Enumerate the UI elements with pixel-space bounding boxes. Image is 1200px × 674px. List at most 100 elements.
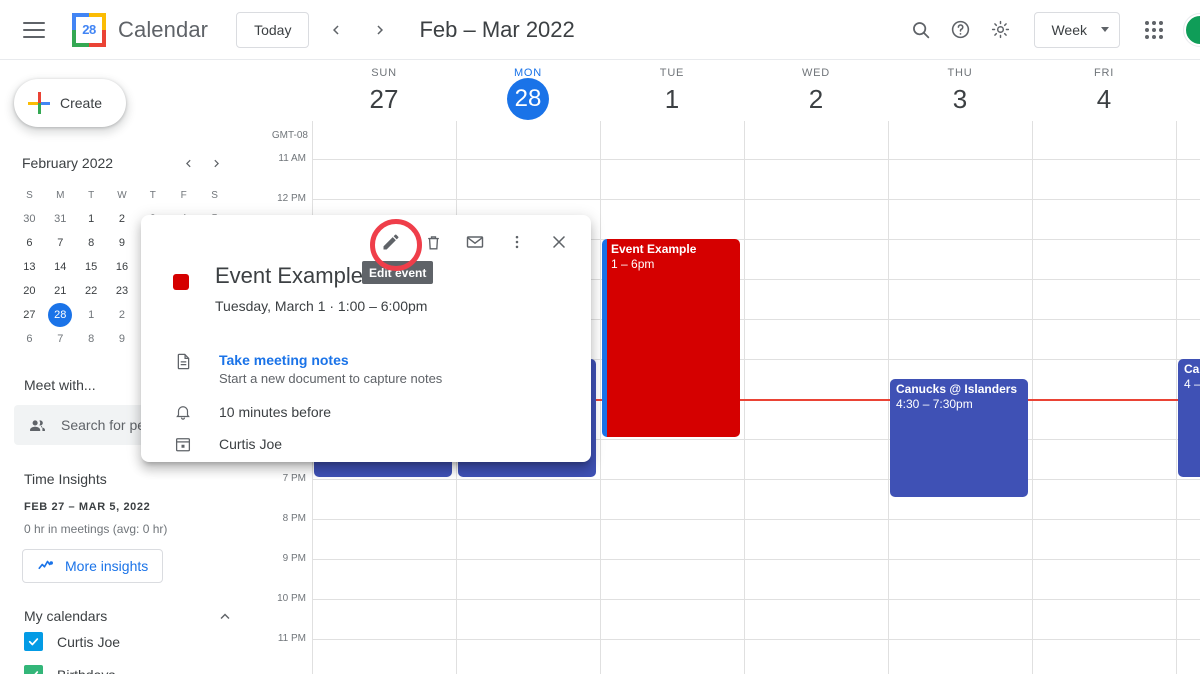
trendline-icon — [38, 560, 53, 570]
checkbox-icon[interactable] — [24, 665, 43, 674]
mini-calendar-day[interactable]: 8 — [76, 327, 107, 351]
mini-calendar-day[interactable]: 14 — [45, 255, 76, 279]
event-color-swatch — [173, 274, 189, 290]
gear-icon[interactable] — [980, 10, 1020, 50]
more-vertical-icon[interactable] — [499, 224, 535, 260]
day-gridline — [744, 121, 745, 674]
apps-grid-icon[interactable] — [1134, 10, 1174, 50]
calendar-list-item-label: Curtis Joe — [57, 633, 121, 650]
mini-calendar-day[interactable]: 31 — [45, 207, 76, 231]
chevron-up-icon[interactable] — [216, 607, 234, 625]
calendar-logo[interactable]: 28 Calendar — [72, 12, 208, 47]
day-header-weekday: FRI — [1093, 67, 1115, 79]
day-header-sun[interactable]: SUN 27 — [312, 67, 456, 116]
time-insights-summary: 0 hr in meetings (avg: 0 hr) — [24, 522, 168, 536]
calendar-list-item[interactable]: Curtis Joe — [0, 625, 256, 658]
close-icon[interactable] — [541, 224, 577, 260]
day-header-number: 3 — [952, 84, 968, 114]
day-header-fri[interactable]: FRI 4 — [1032, 67, 1176, 116]
mini-calendar-dow: F — [180, 189, 187, 201]
calendar-icon — [173, 435, 193, 453]
my-calendars-header[interactable]: My calendars — [0, 607, 256, 625]
mini-calendar-day[interactable]: 6 — [14, 231, 45, 255]
calendar-list-item-label: Birthdays — [57, 667, 115, 674]
hour-gridline — [312, 199, 1200, 200]
hour-gridline — [312, 559, 1200, 560]
popup-owner-row: Curtis Joe — [173, 435, 282, 453]
mini-calendar-day[interactable]: 15 — [76, 255, 107, 279]
people-icon — [30, 419, 45, 431]
time-label: 9 PM — [282, 553, 306, 564]
pencil-icon[interactable] — [373, 224, 409, 260]
day-header-number: 2 — [808, 84, 824, 114]
mini-calendar-day[interactable]: 2 — [107, 207, 138, 231]
more-insights-label: More insights — [65, 558, 149, 574]
mini-calendar-dow: S — [211, 189, 218, 201]
trash-icon[interactable] — [415, 224, 451, 260]
mini-calendar-dow: W — [117, 189, 127, 201]
mini-calendar-day[interactable]: 23 — [107, 279, 138, 303]
today-button[interactable]: Today — [236, 11, 310, 48]
time-label: 7 PM — [282, 473, 306, 484]
day-header-number: 28 — [507, 78, 549, 120]
mini-calendar-header: February 2022 — [14, 149, 230, 177]
help-circle-icon[interactable] — [940, 10, 980, 50]
mini-calendar-day[interactable]: 28 — [45, 303, 76, 327]
checkbox-icon[interactable] — [24, 632, 43, 651]
avatar[interactable] — [1183, 12, 1200, 47]
calendar-list-item[interactable]: Birthdays — [0, 658, 256, 674]
day-gridline — [1032, 121, 1033, 674]
calendar-event[interactable]: Canucks @ Islanders 4:30 – 7:30pm — [890, 379, 1028, 497]
mini-calendar-day[interactable]: 9 — [107, 231, 138, 255]
mini-calendar-day[interactable]: 2 — [107, 303, 138, 327]
more-insights-button[interactable]: More insights — [22, 549, 164, 583]
create-button[interactable]: Create — [14, 79, 126, 127]
mini-calendar-day[interactable]: 22 — [76, 279, 107, 303]
previous-period-button[interactable] — [319, 13, 353, 47]
mini-calendar-day[interactable]: 6 — [14, 327, 45, 351]
mini-calendar-day[interactable]: 8 — [76, 231, 107, 255]
popup-owner-text: Curtis Joe — [219, 436, 283, 452]
mini-calendar-day[interactable]: 21 — [45, 279, 76, 303]
take-meeting-notes-link[interactable]: Take meeting notes — [219, 352, 442, 368]
hamburger-icon[interactable] — [14, 10, 54, 50]
next-period-button[interactable] — [363, 13, 397, 47]
time-insights-range: FEB 27 – MAR 5, 2022 — [24, 501, 151, 513]
day-header-number: 4 — [1096, 84, 1112, 114]
time-label: 12 PM — [277, 193, 306, 204]
search-icon[interactable] — [900, 10, 940, 50]
document-icon — [173, 352, 193, 386]
calendar-event-title: Event Example — [611, 242, 697, 256]
mini-calendar-day[interactable]: 16 — [107, 255, 138, 279]
view-selector[interactable]: Week — [1034, 11, 1120, 48]
day-header-weekday: TUE — [659, 67, 685, 79]
mini-calendar-day[interactable]: 9 — [107, 327, 138, 351]
my-calendars-title: My calendars — [24, 608, 108, 624]
day-header-wed[interactable]: WED 2 — [744, 67, 888, 116]
mini-calendar-day[interactable]: 7 — [45, 327, 76, 351]
day-header-tue[interactable]: TUE 1 — [600, 67, 744, 116]
day-header-mon[interactable]: MON 28 — [456, 67, 600, 120]
mini-calendar-day[interactable]: 30 — [14, 207, 45, 231]
time-label: 11 AM — [278, 153, 306, 164]
mini-calendar-day[interactable]: 27 — [14, 303, 45, 327]
mini-calendar-day[interactable]: 1 — [76, 207, 107, 231]
mini-calendar-prev-button[interactable] — [174, 149, 202, 177]
calendar-event[interactable]: Event Example 1 – 6pm — [602, 239, 740, 437]
mini-calendar-day[interactable]: 13 — [14, 255, 45, 279]
mini-calendar-day[interactable]: 7 — [45, 231, 76, 255]
mini-calendar-next-button[interactable] — [202, 149, 230, 177]
mini-calendar-day[interactable]: 20 — [14, 279, 45, 303]
calendar-event[interactable]: Canucks @ Maple Leafs4 – 7pm — [1178, 359, 1200, 477]
time-label: 8 PM — [282, 513, 306, 524]
envelope-icon[interactable] — [457, 224, 493, 260]
top-bar: 28 Calendar Today Feb – Mar 2022 Week — [0, 0, 1200, 60]
calendar-event-time: 1 – 6pm — [611, 257, 655, 271]
mini-calendar-dow: T — [149, 189, 156, 201]
day-header-weekday: THU — [947, 67, 973, 79]
day-header-thu[interactable]: THU 3 — [888, 67, 1032, 116]
day-headers: SUN 27 MON 28 TUE 1 WED 2 THU 3 FRI 4 — [256, 61, 1200, 129]
mini-calendar-dow: M — [56, 189, 65, 201]
mini-calendar-day[interactable]: 1 — [76, 303, 107, 327]
bell-icon — [173, 403, 193, 421]
